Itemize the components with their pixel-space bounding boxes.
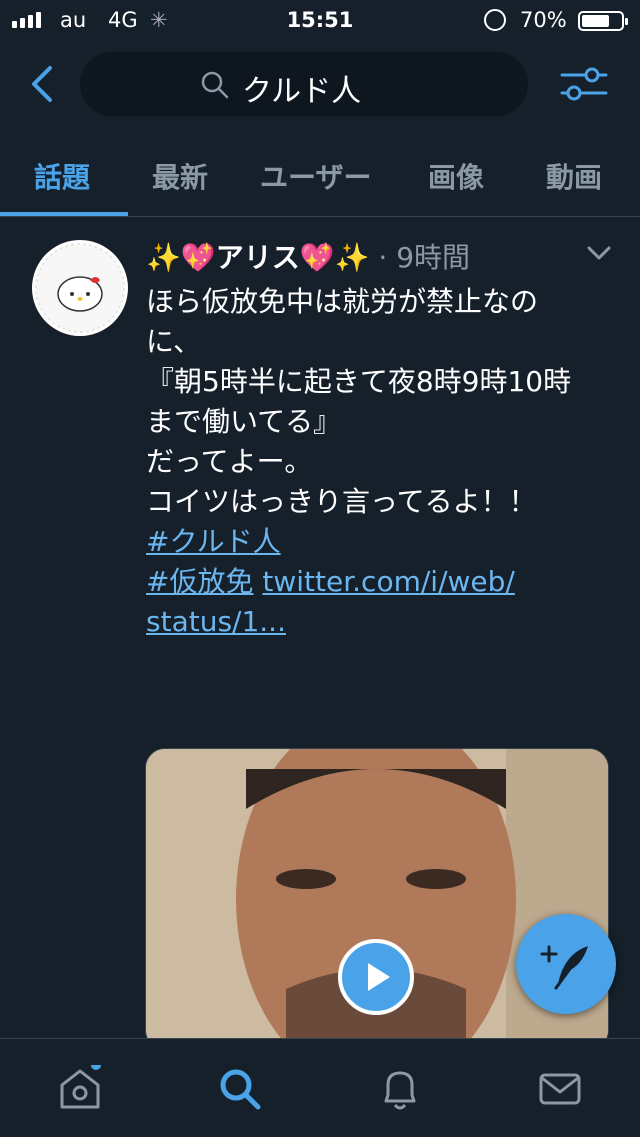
nav-home[interactable]	[56, 1060, 104, 1113]
chevron-down-icon	[587, 246, 611, 260]
play-button[interactable]	[338, 939, 414, 1015]
battery-icon	[578, 11, 628, 31]
magnifier-icon	[201, 71, 229, 99]
back-button[interactable]	[26, 64, 66, 104]
tab-photos[interactable]: 画像	[428, 156, 484, 196]
url-link-continued[interactable]: status/1...	[146, 605, 286, 638]
tweet-text: ほら仮放免中は就労が禁止なの に、 『朝5時半に起きて夜8時9時10時 まで働い…	[146, 282, 606, 642]
tweet-line: に、	[146, 325, 202, 358]
search-tabs: 話題 最新 ユーザー 画像 動画	[0, 140, 640, 217]
compose-tweet-button[interactable]	[516, 914, 616, 1014]
tweet-header: ✨💖アリス💖✨ · 9時間	[146, 236, 470, 276]
envelope-icon	[539, 1073, 581, 1105]
bottom-nav	[0, 1038, 640, 1137]
hashtag-link[interactable]: #クルド人	[146, 525, 281, 558]
separator-dot: ·	[378, 241, 388, 274]
sliders-icon	[560, 67, 608, 101]
tweet-line: 『朝5時半に起きて夜8時9時10時	[146, 365, 572, 398]
hashtag-link[interactable]: #仮放免	[146, 565, 253, 598]
tweet-time[interactable]: 9時間	[396, 241, 470, 274]
battery-percent: 70%	[520, 8, 567, 32]
rotation-lock-icon	[484, 9, 506, 31]
tab-latest[interactable]: 最新	[152, 156, 208, 196]
search-query[interactable]: クルド人	[242, 66, 361, 110]
user-name[interactable]: ✨💖アリス💖✨	[146, 241, 369, 274]
nav-messages[interactable]	[536, 1065, 584, 1113]
tab-people[interactable]: ユーザー	[260, 156, 371, 196]
chevron-left-icon	[32, 66, 52, 102]
home-icon	[60, 1060, 101, 1109]
tab-videos[interactable]: 動画	[546, 156, 602, 196]
compose-feather-icon	[540, 945, 588, 990]
search-bar[interactable]: クルド人	[80, 52, 528, 116]
tweet-line: コイツはっきり言ってるよ！！	[146, 485, 537, 518]
nav-notifications[interactable]	[376, 1065, 424, 1113]
tweet-line: ほら仮放免中は就労が禁止なの	[146, 285, 539, 318]
tab-top[interactable]: 話題	[34, 156, 90, 196]
active-tab-indicator	[0, 212, 128, 216]
search-icon	[220, 1069, 261, 1110]
play-icon	[368, 963, 390, 991]
bell-icon	[384, 1071, 416, 1110]
avatar[interactable]	[32, 240, 128, 336]
search-settings-button[interactable]	[560, 64, 608, 104]
avatar-image	[35, 243, 125, 333]
url-link[interactable]: twitter.com/i/web/	[262, 565, 514, 598]
nav-explore[interactable]	[216, 1065, 264, 1113]
status-bar: au 4G ✳ 15:51 70%	[0, 0, 640, 40]
tweet-more-button[interactable]	[586, 244, 612, 266]
tweet-line: だってよー。	[146, 445, 313, 478]
tweet-line: まで働いてる』	[146, 405, 342, 438]
